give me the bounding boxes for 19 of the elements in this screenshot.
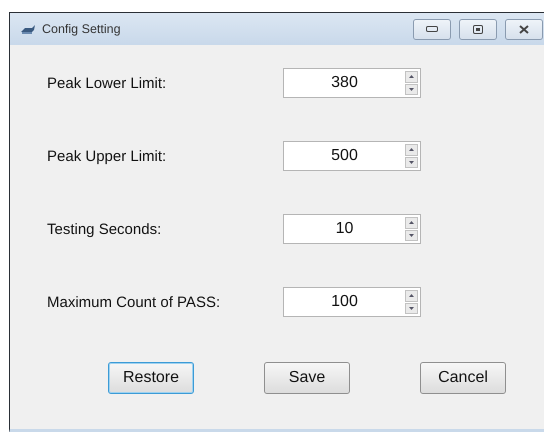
dialog-button[interactable]: Restore xyxy=(108,362,194,394)
close-button[interactable] xyxy=(505,18,543,40)
minimize-icon xyxy=(426,26,438,32)
close-icon xyxy=(519,24,529,34)
field-label: Peak Upper Limit: xyxy=(47,148,168,164)
number-spinner[interactable]: 100 xyxy=(283,287,421,317)
window-title: Config Setting xyxy=(42,22,122,36)
number-spinner[interactable]: 380 xyxy=(283,68,421,98)
dialog-button[interactable]: Save xyxy=(264,362,350,394)
minimize-button[interactable] xyxy=(413,18,451,40)
app-icon xyxy=(20,23,36,35)
number-spinner[interactable]: 10 xyxy=(283,214,421,244)
field-label: Maximum Count of PASS: xyxy=(47,294,222,310)
field-label: Peak Lower Limit: xyxy=(47,74,168,92)
maximize-icon xyxy=(473,24,483,34)
field-label: Testing Seconds: xyxy=(47,220,162,238)
maximize-button[interactable] xyxy=(459,18,497,40)
dialog-button[interactable]: Cancel xyxy=(420,362,506,394)
number-spinner[interactable]: 500 xyxy=(283,141,421,171)
